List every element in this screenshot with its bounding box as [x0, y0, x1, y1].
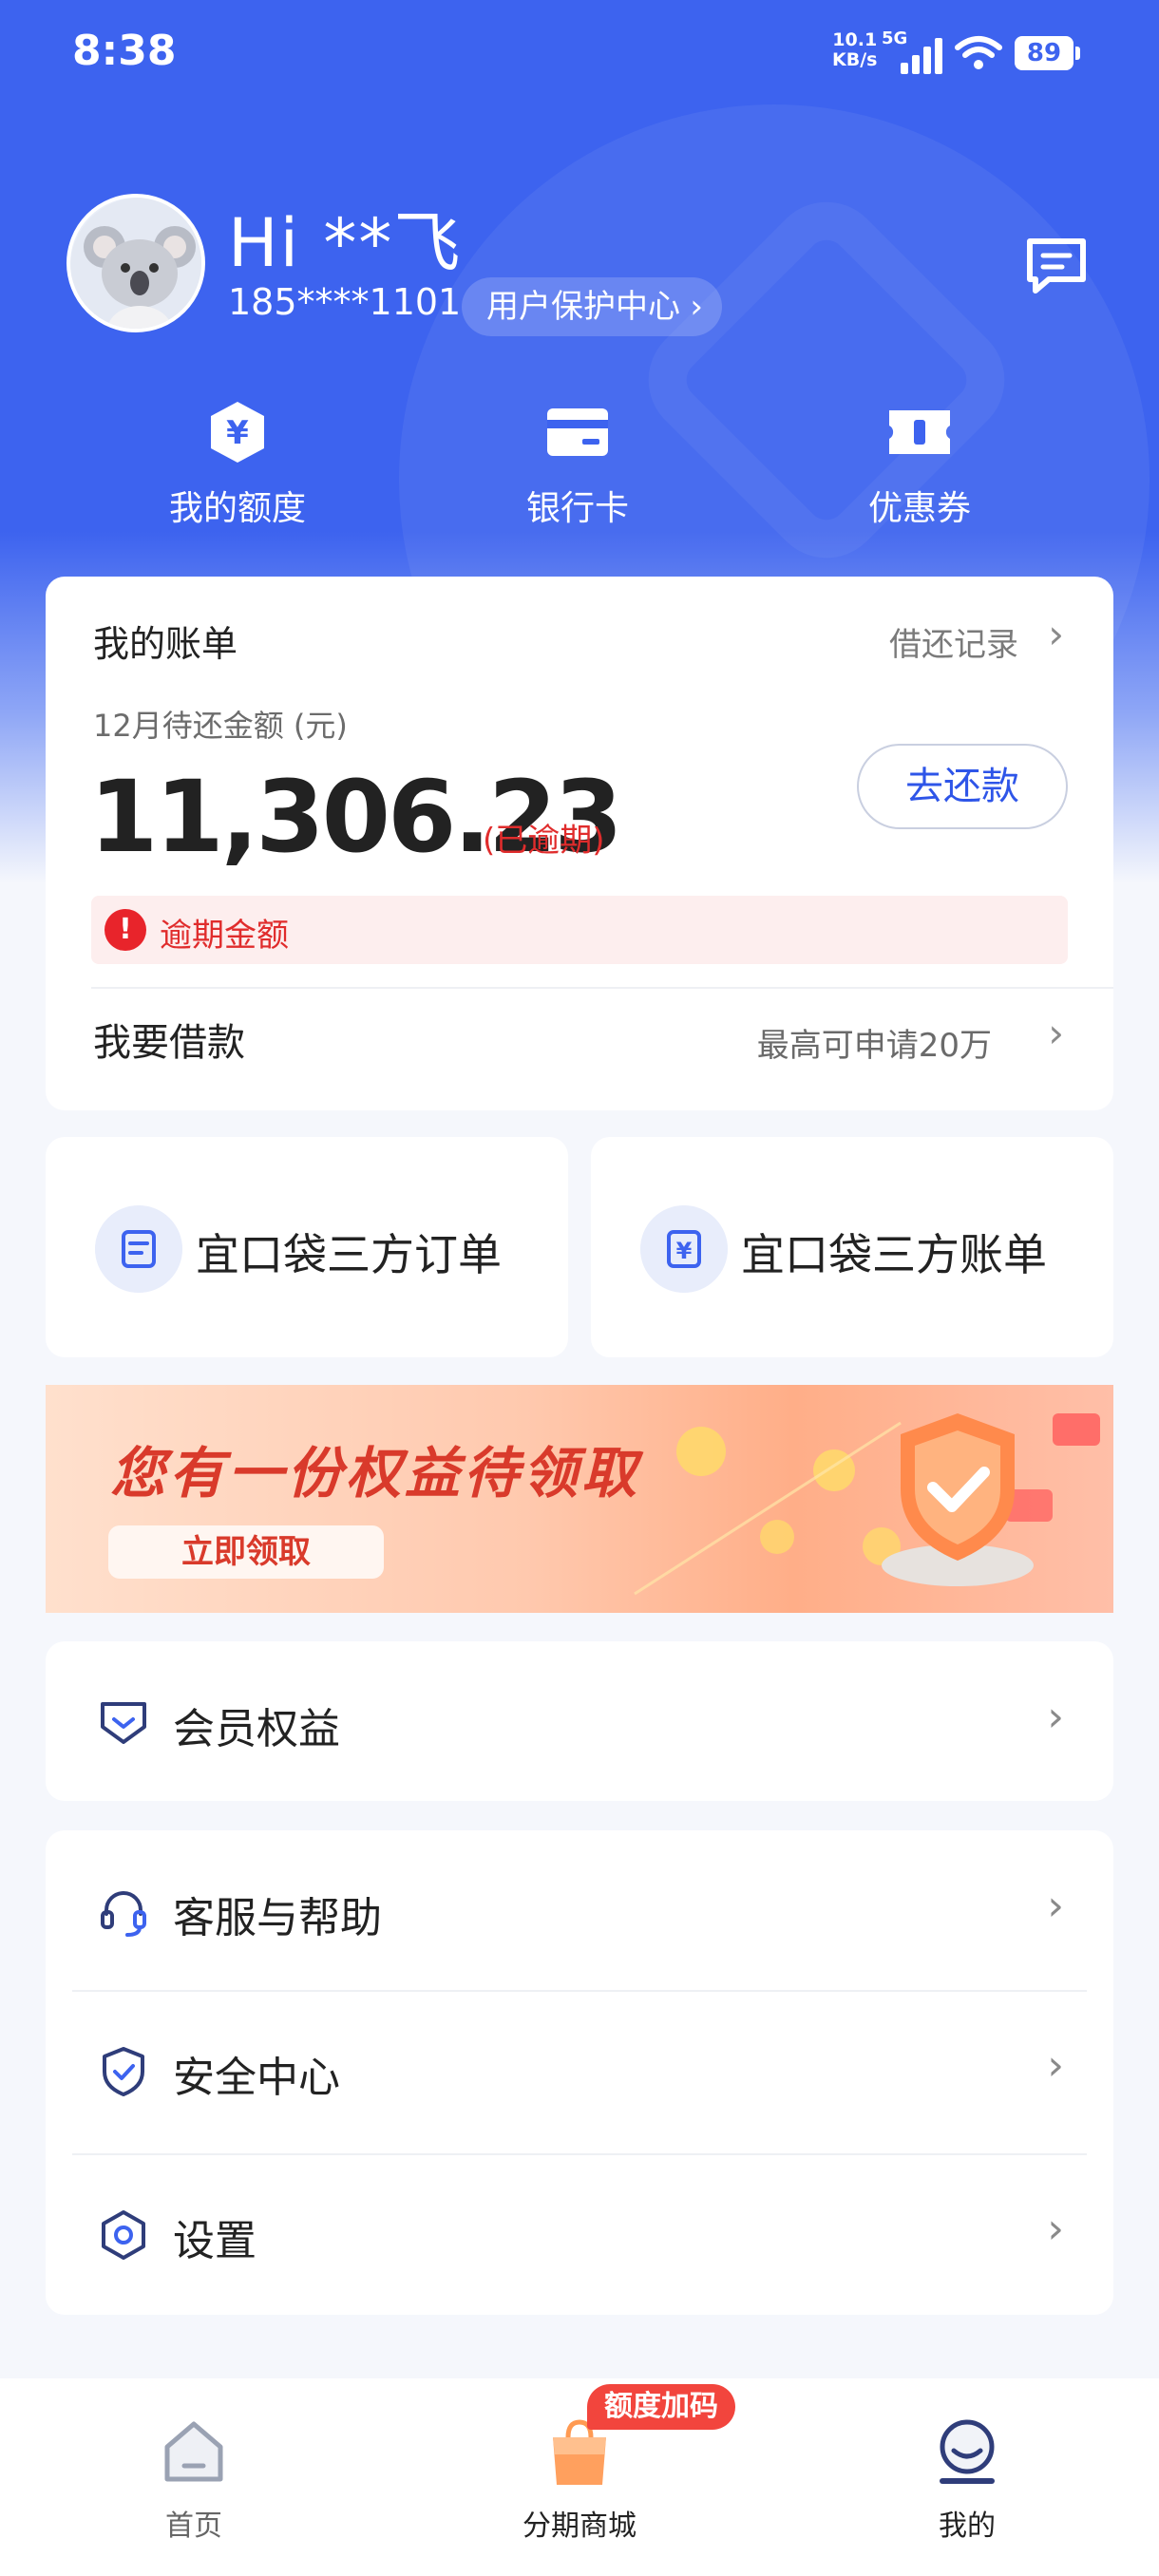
claim-now-button[interactable]: 立即领取 — [108, 1525, 384, 1579]
overdue-tag: (已逾期) — [483, 822, 605, 860]
third-party-order-card[interactable]: 宜口袋三方订单 — [46, 1137, 568, 1357]
member-benefits-card: 会员权益 › — [46, 1641, 1113, 1801]
borrow-repay-history-link[interactable]: 借还记录 — [889, 618, 1018, 665]
menu-item-label: 安全中心 — [173, 2054, 340, 2102]
menu-item-label: 会员权益 — [173, 1705, 340, 1753]
network-speed: 10.1 KB/s — [832, 30, 877, 70]
menu-item-security-center[interactable]: 安全中心 › — [46, 1992, 1113, 2151]
quick-action-label: 我的额度 — [168, 489, 306, 528]
quick-action-label: 银行卡 — [525, 489, 629, 528]
bill-title: 我的账单 — [93, 623, 238, 665]
repay-button[interactable]: 去还款 — [857, 744, 1068, 829]
coupon-icon — [889, 410, 950, 454]
profile-icon — [940, 2419, 995, 2484]
order-doc-icon — [95, 1205, 182, 1293]
chevron-right-icon[interactable]: › — [1048, 1010, 1064, 1056]
yuan-hexagon-icon: ¥ — [211, 402, 264, 463]
third-party-bill-label: 宜口袋三方账单 — [741, 1229, 1047, 1280]
warning-icon: ! — [104, 909, 146, 951]
network-speed-value: 10.1 — [832, 29, 878, 50]
chevron-right-icon: › — [1047, 1693, 1064, 1741]
quota-boost-badge: 额度加码 — [587, 2384, 735, 2430]
settings-icon — [102, 2210, 145, 2260]
chevron-right-icon: › — [690, 288, 703, 326]
message-icon[interactable] — [1024, 236, 1089, 296]
user-protection-center-button[interactable]: 用户保护中心 › — [462, 277, 722, 336]
third-party-order-label: 宜口袋三方订单 — [196, 1229, 502, 1280]
status-bar: 8:38 10.1 KB/s 5G 89 — [0, 0, 1159, 104]
bill-card: 我的账单 借还记录 › 12月待还金额 (元) 11,306.23 (已逾期) … — [46, 577, 1113, 1110]
tab-label: 我的 — [939, 2510, 996, 2543]
menu-item-member-benefits[interactable]: 会员权益 › — [46, 1641, 1113, 1801]
avatar[interactable] — [66, 194, 205, 332]
menu-item-label: 设置 — [173, 2217, 256, 2265]
tab-mine[interactable]: 我的 — [863, 2416, 1072, 2544]
quick-action-label: 优惠券 — [867, 489, 971, 528]
tab-installment-mall[interactable]: 分期商城 — [475, 2416, 684, 2544]
benefit-banner[interactable]: 您有一份权益待领取 立即领取 — [46, 1385, 1113, 1613]
status-time: 8:38 — [72, 27, 177, 75]
tab-label: 首页 — [165, 2510, 222, 2543]
quick-action-quota[interactable]: ¥ 我的额度 — [133, 399, 342, 530]
user-phone: 185****1101 — [228, 281, 462, 323]
bank-card-icon — [547, 408, 608, 456]
battery-icon: 89 — [1015, 36, 1074, 70]
tab-home[interactable]: 首页 — [89, 2416, 298, 2544]
borrow-limit-note[interactable]: 最高可申请20万 — [757, 1019, 992, 1066]
svg-text:¥: ¥ — [676, 1238, 693, 1264]
shield-check-icon — [882, 1413, 1034, 1586]
svg-text:¥: ¥ — [226, 414, 249, 452]
borrow-title[interactable]: 我要借款 — [93, 1012, 245, 1067]
divider — [91, 987, 1113, 989]
home-icon — [164, 2421, 223, 2482]
menu-item-settings[interactable]: 设置 › — [46, 2155, 1113, 2315]
chevron-right-icon: › — [1047, 2041, 1064, 2090]
user-greeting: Hi **飞 — [228, 204, 463, 282]
bottom-tab-bar: 首页 分期商城 我的 — [0, 2378, 1159, 2576]
headset-icon — [101, 1891, 146, 1937]
battery-cap — [1075, 47, 1080, 60]
user-protection-center-label: 用户保护中心 — [486, 288, 680, 326]
menu-item-label: 客服与帮助 — [173, 1894, 382, 1942]
chevron-right-icon: › — [1047, 2205, 1064, 2253]
quick-action-coupon[interactable]: 优惠券 — [815, 399, 1024, 530]
network-speed-unit: KB/s — [832, 49, 878, 70]
tab-label: 分期商城 — [522, 2510, 636, 2543]
overdue-notice-text: 逾期金额 — [160, 917, 289, 955]
overdue-notice-bar[interactable]: ! 逾期金额 — [91, 896, 1068, 964]
wifi-icon — [955, 36, 1002, 69]
menu-item-customer-service[interactable]: 客服与帮助 › — [46, 1830, 1113, 1990]
service-menu-card: 客服与帮助 › 安全中心 › 设置 › — [46, 1830, 1113, 2315]
shield-icon — [103, 2047, 144, 2096]
signal-icon — [901, 36, 944, 74]
quick-action-bank-card[interactable]: 银行卡 — [473, 399, 682, 530]
member-badge-icon — [101, 1702, 146, 1744]
third-party-bill-card[interactable]: ¥ 宜口袋三方账单 — [591, 1137, 1113, 1357]
yuan-bill-icon: ¥ — [640, 1205, 728, 1293]
chevron-right-icon[interactable]: › — [1048, 611, 1064, 657]
banner-title: 您有一份权益待领取 — [110, 1441, 641, 1506]
due-amount-label: 12月待还金额 (元) — [93, 708, 348, 744]
chevron-right-icon: › — [1047, 1882, 1064, 1930]
